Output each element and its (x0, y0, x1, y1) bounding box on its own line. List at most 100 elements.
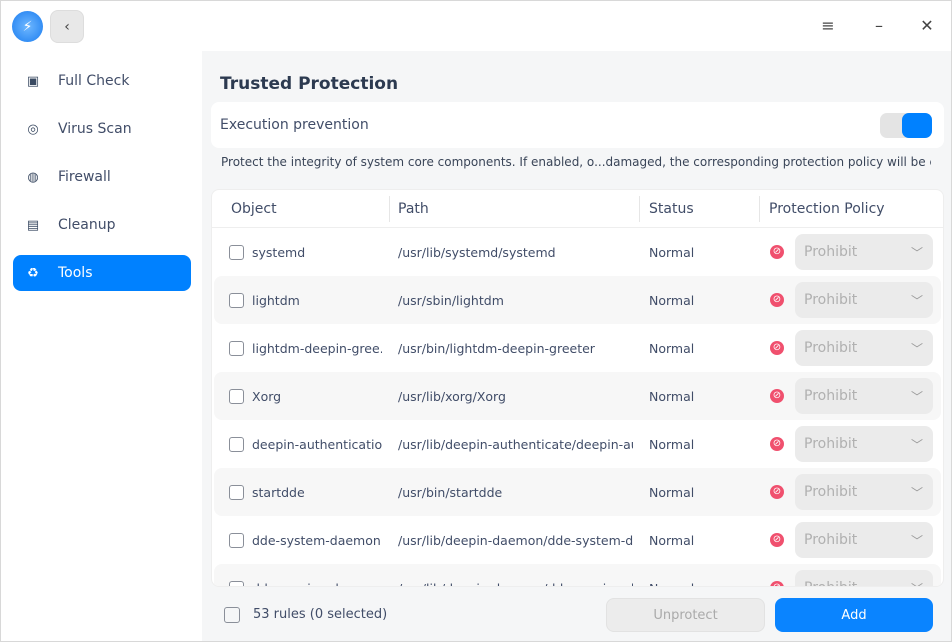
object-cell: dde-session-daemon (252, 581, 382, 587)
sidebar-item-label: Firewall (58, 169, 111, 185)
monitor-pulse-icon: ▣ (26, 73, 40, 89)
row-checkbox[interactable] (229, 580, 244, 586)
select-all-checkbox[interactable] (224, 607, 240, 623)
status-cell: Normal (649, 292, 695, 308)
back-button[interactable]: ‹ (50, 10, 84, 43)
sidebar-item-tools[interactable]: ♻ Tools (13, 255, 191, 291)
path-cell: /usr/sbin/lightdm (398, 292, 504, 308)
protection-policy-select[interactable]: Prohibit ﹀ (795, 426, 933, 462)
path-cell: /usr/bin/lightdm-deepin-greeter (398, 340, 595, 356)
rules-count: 53 rules (0 selected) (253, 607, 388, 622)
object-cell: lightdm-deepin-gree... (252, 340, 382, 356)
object-cell: dde-system-daemon (252, 532, 381, 548)
sidebar-item-label: Cleanup (58, 217, 116, 233)
path-cell: /usr/bin/startdde (398, 484, 503, 500)
policy-value: Prohibit (804, 532, 858, 548)
chevron-down-icon: ﹀ (910, 245, 923, 260)
path-cell: /usr/lib/deepin-daemon/dde-session-d... (398, 581, 633, 587)
policy-value: Prohibit (804, 388, 858, 404)
main-content: Trusted Protection Execution prevention … (202, 51, 951, 641)
close-icon[interactable]: ✕ (917, 15, 937, 35)
row-checkbox[interactable] (229, 436, 244, 452)
prohibit-icon: ⊘ (770, 533, 784, 547)
table-row[interactable]: deepin-authentication /usr/lib/deepin-au… (214, 420, 941, 468)
protection-policy-select[interactable]: Prohibit ﹀ (795, 474, 933, 510)
policy-value: Prohibit (804, 436, 858, 452)
protection-policy-select[interactable]: Prohibit ﹀ (795, 570, 933, 586)
table-row[interactable]: Xorg /usr/lib/xorg/Xorg Normal ⊘ Prohibi… (214, 372, 941, 420)
prohibit-icon: ⊘ (770, 581, 784, 586)
row-checkbox[interactable] (229, 532, 244, 548)
protection-policy-select[interactable]: Prohibit ﹀ (795, 282, 933, 318)
chevron-down-icon: ﹀ (910, 293, 923, 308)
table-row[interactable]: startdde /usr/bin/startdde Normal ⊘ Proh… (214, 468, 941, 516)
table-row[interactable]: lightdm /usr/sbin/lightdm Normal ⊘ Prohi… (214, 276, 941, 324)
policy-value: Prohibit (804, 580, 857, 586)
page-title: Trusted Protection (220, 74, 399, 94)
row-checkbox[interactable] (229, 244, 244, 260)
object-cell: Xorg (252, 388, 282, 404)
sidebar-item-label: Tools (58, 265, 93, 281)
prohibit-icon: ⊘ (770, 245, 784, 259)
table-row[interactable]: lightdm-deepin-gree... /usr/bin/lightdm-… (214, 324, 941, 372)
sidebar-item-cleanup[interactable]: ▤ Cleanup (13, 207, 191, 243)
column-status[interactable]: Status (649, 201, 694, 217)
protection-policy-select[interactable]: Prohibit ﹀ (795, 330, 933, 366)
path-cell: /usr/lib/deepin-daemon/dde-system-da... (398, 532, 633, 548)
column-object[interactable]: Object (231, 201, 277, 217)
path-cell: /usr/lib/deepin-authenticate/deepin-au..… (398, 436, 633, 452)
rules-table: Object Path Status Protection Policy sys… (211, 189, 944, 587)
prohibit-icon: ⊘ (770, 485, 784, 499)
app-logo-shield-icon: ⚡ (12, 11, 43, 42)
sidebar-item-firewall[interactable]: ◍ Firewall (13, 159, 191, 195)
policy-value: Prohibit (804, 244, 858, 260)
unprotect-button[interactable]: Unprotect (606, 598, 765, 632)
sidebar-item-full-check[interactable]: ▣ Full Check (13, 63, 191, 99)
chevron-down-icon: ﹀ (910, 485, 923, 500)
prohibit-icon: ⊘ (770, 341, 784, 355)
protection-policy-select[interactable]: Prohibit ﹀ (795, 234, 933, 270)
policy-value: Prohibit (804, 292, 858, 308)
app-window: ⚡ ‹ ≡ – ✕ ▣ Full Check ◎ Virus Scan ◍ Firew… (0, 0, 952, 642)
trash-icon: ♻ (27, 265, 39, 281)
titlebar: ⚡ ‹ ≡ – ✕ (1, 1, 951, 51)
row-checkbox[interactable] (229, 484, 244, 500)
hamburger-icon[interactable]: ≡ (818, 15, 838, 35)
execution-prevention-label: Execution prevention (220, 117, 369, 133)
status-cell: Normal (649, 436, 695, 452)
column-protection-policy[interactable]: Protection Policy (769, 201, 885, 217)
row-checkbox[interactable] (229, 292, 244, 308)
row-checkbox[interactable] (229, 340, 244, 356)
description: Protect the integrity of system core com… (221, 155, 931, 169)
object-cell: lightdm (252, 292, 300, 308)
object-cell: startdde (252, 484, 305, 500)
column-path[interactable]: Path (398, 201, 429, 217)
chevron-down-icon: ﹀ (910, 533, 923, 548)
chevron-down-icon: ﹀ (910, 389, 923, 404)
status-cell: Normal (649, 581, 694, 587)
globe-shield-icon: ◍ (27, 169, 39, 185)
object-cell: systemd (252, 244, 306, 260)
policy-value: Prohibit (804, 340, 858, 356)
row-checkbox[interactable] (229, 388, 244, 404)
status-cell: Normal (649, 532, 695, 548)
protection-policy-select[interactable]: Prohibit ﹀ (795, 522, 933, 558)
status-cell: Normal (649, 484, 695, 500)
protection-policy-select[interactable]: Prohibit ﹀ (795, 378, 933, 414)
table-row[interactable]: dde-system-daemon /usr/lib/deepin-daemon… (214, 516, 941, 564)
chevron-down-icon: ﹀ (910, 341, 923, 356)
prohibit-icon: ⊘ (770, 389, 784, 403)
execution-prevention-toggle[interactable] (880, 113, 932, 138)
table-row[interactable]: systemd /usr/lib/systemd/systemd Normal … (214, 228, 941, 276)
add-button[interactable]: Add (775, 598, 933, 632)
status-cell: Normal (649, 388, 695, 404)
table-header: Object Path Status Protection Policy (212, 190, 943, 228)
cleanup-icon: ▤ (26, 217, 40, 233)
status-cell: Normal (649, 244, 695, 260)
table-row[interactable]: dde-session-daemon /usr/lib/deepin-daemo… (214, 564, 941, 587)
minimize-icon[interactable]: – (869, 15, 889, 35)
sidebar-item-virus-scan[interactable]: ◎ Virus Scan (13, 111, 191, 147)
prohibit-icon: ⊘ (770, 293, 784, 307)
execution-prevention-panel: Execution prevention (211, 102, 944, 148)
sidebar: ▣ Full Check ◎ Virus Scan ◍ Firewall ▤ Clean… (1, 51, 202, 641)
